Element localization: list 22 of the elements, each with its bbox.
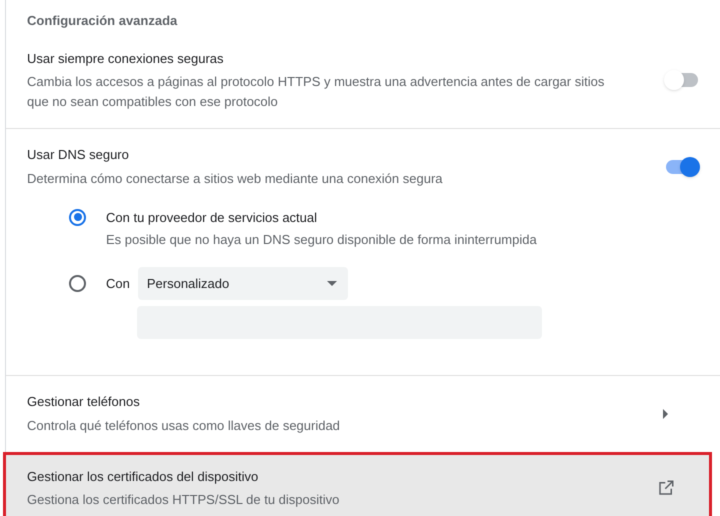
setting-title: Gestionar teléfonos: [27, 393, 141, 411]
setting-description: Gestiona los certificados HTTPS/SSL de tu dispositivo: [27, 491, 340, 509]
toggle-switch[interactable]: [664, 156, 700, 177]
radio-button[interactable]: [69, 275, 86, 292]
setting-description: Determina cómo conectarse a sitios web mediante una conexión segura: [27, 170, 444, 188]
toggle-switch[interactable]: [664, 70, 700, 90]
option-label: Con tu proveedor de servicios actual: [106, 208, 318, 226]
setting-description: Cambia los accesos a páginas al protocolo HTTPS y muestra una advertencia antes de cargar sitios que no sean compatibles con ese protocolo: [27, 73, 606, 111]
provider-dropdown[interactable]: Personalizado: [138, 267, 348, 300]
radio-button[interactable]: [69, 208, 86, 226]
option-label: Con: [106, 274, 130, 293]
setting-title: Usar DNS seguro: [27, 146, 130, 164]
setting-title: Gestionar los certificados del dispositivo: [27, 468, 260, 486]
chevron-right-icon[interactable]: [662, 408, 670, 419]
highlighted-setting-row[interactable]: Gestionar los certificados del dispositivo Gestiona los certificados HTTPS/SSL de tu dispositivo: [3, 452, 712, 516]
setting-description: Controla qué teléfonos usas como llaves de seguridad: [27, 416, 341, 435]
setting-title: Usar siempre conexiones seguras: [27, 50, 225, 68]
external-link-icon[interactable]: [657, 479, 675, 498]
section-title: Configuración avanzada: [27, 13, 178, 28]
caret-icon: [326, 281, 337, 286]
setting-row[interactable]: Usar siempre conexiones seguras Cambia los accesos a páginas al protocolo HTTPS y muestra una advertencia antes de cargar sitios que no sean compatibles con ese protocolo: [6, 32, 720, 128]
option-description: Es posible que no haya un DNS seguro disponible de forma ininterrumpida: [106, 230, 537, 249]
